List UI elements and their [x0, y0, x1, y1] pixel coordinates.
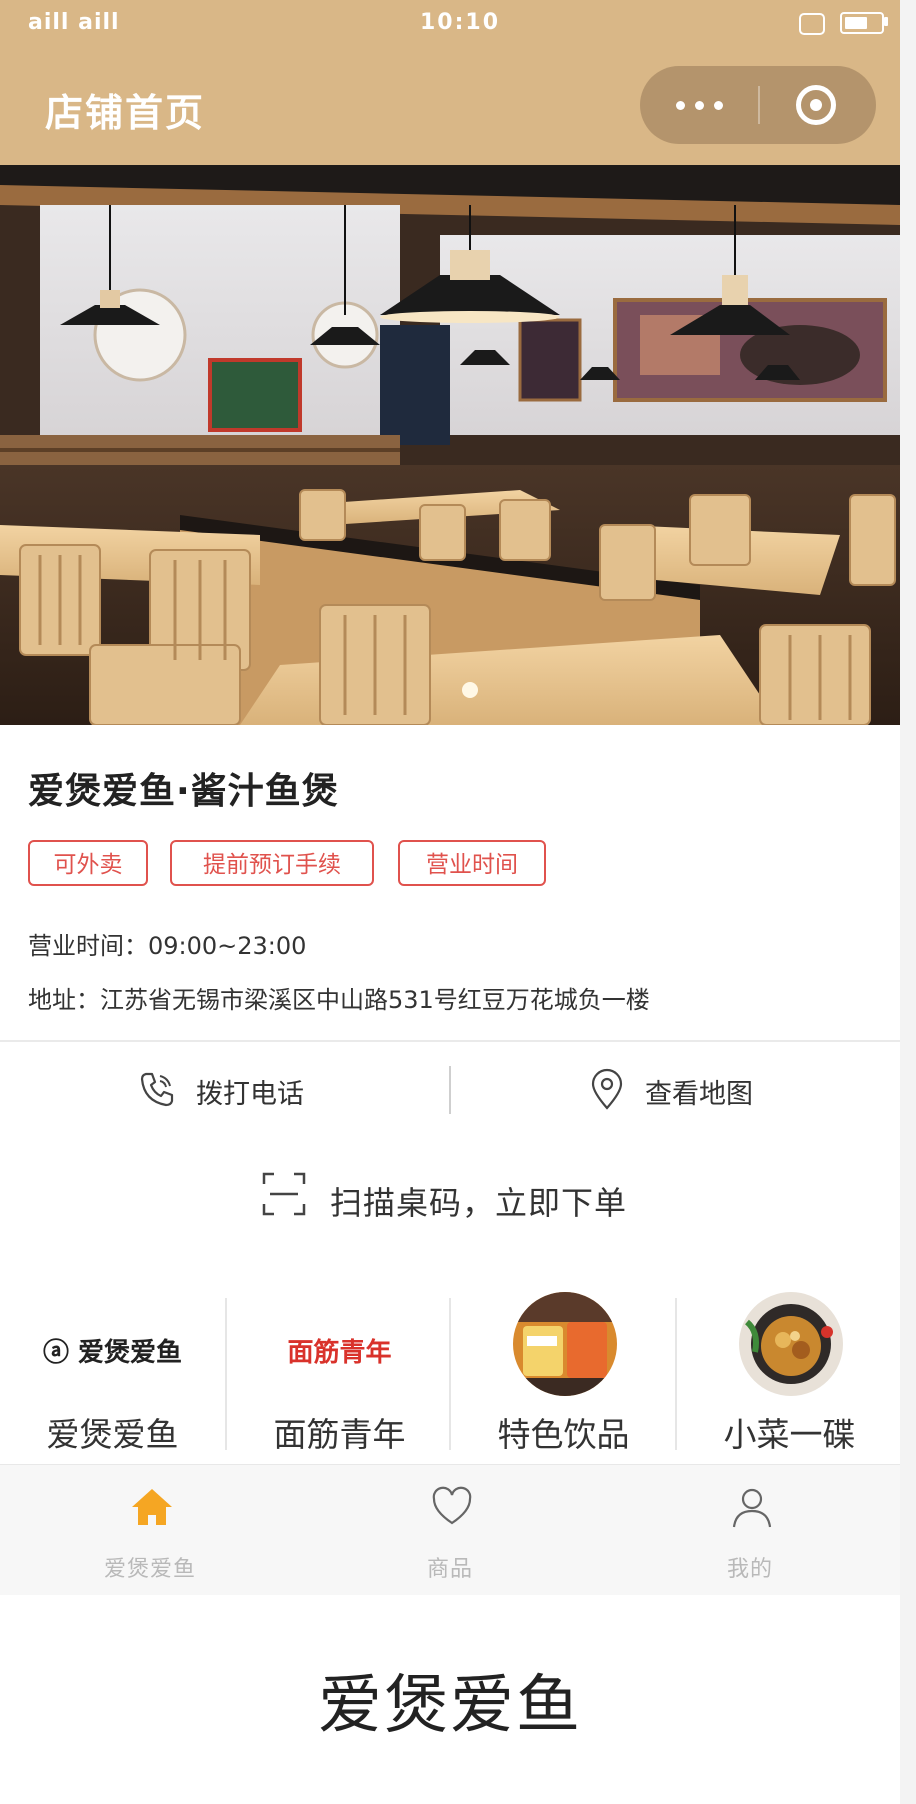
- tag: 营业时间: [398, 840, 546, 886]
- tab-home[interactable]: 爱煲爱鱼: [0, 1465, 300, 1595]
- phone-icon: [140, 1072, 174, 1107]
- brand-logo: 面筋青年: [287, 1338, 392, 1368]
- category-label: 爱煲爱鱼: [46, 1415, 179, 1454]
- close-ring-icon: [796, 85, 836, 125]
- more-button[interactable]: [640, 66, 758, 144]
- tab-label: 我的: [726, 1557, 773, 1582]
- store-photo: [0, 165, 900, 725]
- store-address: 地址：江苏省无锡市梁溪区中山路531号红豆万花城负一楼: [28, 986, 650, 1014]
- tab-bar: 爱煲爱鱼 商品 我的: [0, 1464, 900, 1595]
- drinks-image: [513, 1292, 617, 1396]
- page-edge: [900, 0, 916, 1804]
- mini-program-capsule: [640, 66, 876, 144]
- category-mianjin[interactable]: 面筋青年 面筋青年: [227, 1290, 452, 1460]
- category-sides[interactable]: 小菜一碟: [677, 1290, 902, 1460]
- call-button[interactable]: 拨打电话: [0, 1042, 449, 1138]
- carrier-signal: aill aill: [28, 10, 120, 35]
- page-title: 店铺首页: [45, 91, 206, 135]
- user-icon: [732, 1488, 772, 1528]
- map-label: 查看地图: [645, 1079, 753, 1110]
- status-bar: aill aill 10:10: [0, 0, 900, 45]
- category-aibao[interactable]: ⓐ 爱煲爱鱼 爱煲爱鱼: [0, 1290, 225, 1460]
- tab-products[interactable]: 商品: [300, 1465, 600, 1595]
- sides-image: [739, 1292, 843, 1396]
- footer-brand: 爱煲爱鱼: [318, 1669, 582, 1743]
- status-icons: [795, 10, 890, 36]
- dot-icon: [676, 101, 685, 110]
- brand-logo: ⓐ 爱煲爱鱼: [42, 1338, 183, 1368]
- status-time: 10:10: [420, 10, 501, 35]
- tab-label: 商品: [426, 1557, 473, 1582]
- location-pin-icon: [591, 1068, 623, 1110]
- mini-program-page: aill aill 10:10 店铺首页 爱煲爱鱼·酱汁鱼煲 可外卖 提前预订手…: [0, 0, 900, 1804]
- close-button[interactable]: [758, 66, 876, 144]
- restaurant-interior-image: [0, 165, 900, 725]
- call-label: 拨打电话: [196, 1079, 304, 1110]
- tag: 提前预订手续: [170, 840, 374, 886]
- category-label: 面筋青年: [273, 1415, 406, 1454]
- scan-label: 扫描桌码，立即下单: [330, 1184, 628, 1222]
- business-hours: 营业时间：09:00~23:00: [28, 932, 307, 960]
- map-button[interactable]: 查看地图: [451, 1042, 900, 1138]
- tag: 可外卖: [28, 840, 148, 886]
- dot-icon: [714, 101, 723, 110]
- header: aill aill 10:10 店铺首页: [0, 0, 900, 165]
- tab-label: 爱煲爱鱼: [103, 1557, 196, 1582]
- category-label: 特色饮品: [497, 1415, 630, 1454]
- scan-icon: [262, 1172, 306, 1216]
- heart-icon: [432, 1486, 472, 1525]
- tab-profile[interactable]: 我的: [600, 1465, 900, 1595]
- battery-icon: [840, 12, 884, 34]
- wifi-icon: [799, 13, 825, 35]
- store-name: 爱煲爱鱼·酱汁鱼煲: [28, 771, 339, 812]
- scan-order-button[interactable]: 扫描桌码，立即下单: [0, 1160, 900, 1240]
- category-grid: ⓐ 爱煲爱鱼 爱煲爱鱼 面筋青年 面筋青年 特色饮品 小菜一碟: [0, 1290, 900, 1460]
- action-row: 拨打电话 查看地图: [0, 1042, 900, 1138]
- dot-icon: [695, 101, 704, 110]
- home-icon: [132, 1489, 172, 1525]
- category-drinks[interactable]: 特色饮品: [451, 1290, 676, 1460]
- category-label: 小菜一碟: [723, 1415, 856, 1454]
